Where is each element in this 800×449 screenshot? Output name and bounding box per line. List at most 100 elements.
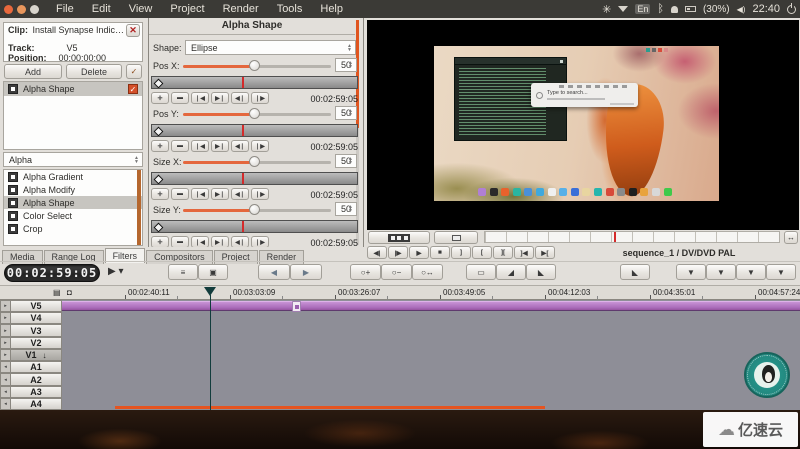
keyframe-bar[interactable] <box>151 124 358 137</box>
plugin-row[interactable]: Alpha Gradient <box>4 170 142 183</box>
slider-thumb[interactable] <box>249 204 260 215</box>
menu-file[interactable]: File <box>47 3 83 15</box>
menu-edit[interactable]: Edit <box>83 3 120 15</box>
add-effect-button[interactable]: Add <box>4 64 62 79</box>
drag-paste-button-4[interactable]: ▼ <box>766 264 796 280</box>
track-header-a4[interactable]: ◂A4 <box>0 398 62 410</box>
delete-keyframe-button[interactable]: ▬ <box>171 140 189 152</box>
goto-in-button[interactable]: ]◀ <box>514 246 534 259</box>
ruler-list-icon[interactable]: ▤ <box>53 288 61 297</box>
keyframe-bar[interactable] <box>151 76 358 89</box>
prev-keyframe-button[interactable]: ◀❘ <box>231 92 249 104</box>
fit-timeline-button[interactable]: ◣ <box>620 264 650 280</box>
video-expand-icon[interactable]: ▸ <box>0 349 10 361</box>
next-keyframe-button[interactable]: ❘▶ <box>251 236 269 247</box>
spinner-arrows-icon[interactable]: ▲▼ <box>346 107 355 119</box>
delete-keyframe-button[interactable]: ▬ <box>171 188 189 200</box>
last-keyframe-button[interactable]: ▶❘ <box>211 188 229 200</box>
battery-icon[interactable] <box>685 6 696 12</box>
shape-dropdown[interactable]: Ellipse ▲▼ <box>185 40 356 55</box>
menu-help[interactable]: Help <box>311 3 352 15</box>
spinner-arrows-icon[interactable]: ▲▼ <box>346 155 355 167</box>
wifi-icon[interactable] <box>618 6 628 12</box>
selection-tool[interactable]: ▶ ▾ <box>108 266 124 277</box>
keyframe-bar[interactable] <box>151 220 358 233</box>
track-lane-v5[interactable] <box>0 300 800 312</box>
video-preview[interactable]: Type to search... <box>367 20 799 230</box>
next-keyframe-button[interactable]: ❘▶ <box>251 140 269 152</box>
insert-mode-button[interactable] <box>368 231 430 244</box>
label-button[interactable]: ▭ <box>466 264 496 280</box>
menu-render[interactable]: Render <box>214 3 268 15</box>
audio-expand-icon[interactable]: ◂ <box>0 373 10 386</box>
set-in-button[interactable]: [ <box>472 246 492 259</box>
param-value-spinbox[interactable]: 50▲▼ <box>335 106 357 120</box>
plugin-row[interactable]: Crop <box>4 222 142 235</box>
delete-keyframe-button[interactable]: ▬ <box>171 236 189 247</box>
insert-keyframe-button[interactable]: ✛ <box>151 92 169 104</box>
close-clip-button[interactable]: ✕ <box>126 24 140 37</box>
ruler-lock-icon[interactable]: ◘ <box>67 288 72 297</box>
timeline-tracks[interactable]: ▸V5▸V4▸V3▸V2▸V1↓◂A1◂A2◂A3◂A4 <box>0 300 800 410</box>
window-minimize-button[interactable] <box>17 5 26 14</box>
track-header-v3[interactable]: ▸V3 <box>0 324 62 337</box>
last-keyframe-button[interactable]: ▶❘ <box>211 140 229 152</box>
timeline-ruler[interactable]: ▤ ◘ 00:02:40:1100:03:03:0900:03:26:0700:… <box>0 285 800 300</box>
video-expand-icon[interactable]: ▸ <box>0 324 10 337</box>
last-keyframe-button[interactable]: ▶❘ <box>211 92 229 104</box>
insert-keyframe-button[interactable]: ✛ <box>151 236 169 247</box>
span-keyframe-button[interactable]: ○↔ <box>412 264 443 280</box>
audio-expand-icon[interactable]: ◂ <box>0 386 10 398</box>
audio-expand-icon[interactable]: ◂ <box>0 398 10 410</box>
menu-project[interactable]: Project <box>161 3 213 15</box>
keyboard-layout-indicator[interactable]: En <box>635 4 650 14</box>
delete-effect-button[interactable]: Delete <box>66 64 122 79</box>
effect-enabled-checkbox[interactable]: ✓ <box>128 84 138 94</box>
first-keyframe-button[interactable]: ❘◀ <box>191 92 209 104</box>
snapshot-button[interactable]: ▣ <box>198 264 228 280</box>
track-header-a2[interactable]: ◂A2 <box>0 373 62 386</box>
timecode-display[interactable]: 00:02:59:05 <box>4 264 100 282</box>
first-keyframe-button[interactable]: ❘◀ <box>191 140 209 152</box>
prev-keyframe-button[interactable]: ◀❘ <box>231 188 249 200</box>
insert-keyframe-button[interactable]: ✛ <box>151 188 169 200</box>
delete-keyframe-button[interactable]: ▬ <box>171 92 189 104</box>
bluetooth-icon[interactable]: ᛒ <box>657 3 664 15</box>
clear-in-out-button[interactable]: ][ <box>493 246 513 259</box>
track-header-a3[interactable]: ◂A3 <box>0 386 62 398</box>
attached-effect-row[interactable]: Alpha Shape✓ <box>4 82 142 96</box>
drag-paste-button-1[interactable]: ▼ <box>676 264 706 280</box>
first-keyframe-button[interactable]: ❘◀ <box>191 236 209 247</box>
playhead-marker[interactable] <box>204 287 216 296</box>
mixer-button[interactable]: ≡ <box>168 264 198 280</box>
in-point-button[interactable]: ◢ <box>496 264 526 280</box>
param-value-spinbox[interactable]: 50▲▼ <box>335 154 357 168</box>
preview-scrubber[interactable] <box>484 231 780 243</box>
spinner-arrows-icon[interactable]: ▲▼ <box>346 59 355 71</box>
track-header-v2[interactable]: ▸V2 <box>0 337 62 349</box>
video-expand-icon[interactable]: ▸ <box>0 337 10 349</box>
slider-thumb[interactable] <box>249 156 260 167</box>
param-value-spinbox[interactable]: 50▲▼ <box>335 202 357 216</box>
param-value-spinbox[interactable]: 50▲▼ <box>335 58 357 72</box>
window-maximize-button[interactable] <box>30 5 39 14</box>
prev-keyframe-button[interactable]: ◀❘ <box>231 140 249 152</box>
notification-bell-icon[interactable] <box>671 6 678 13</box>
keyframe-diamond-icon[interactable] <box>154 78 164 88</box>
last-keyframe-button[interactable]: ▶❘ <box>211 236 229 247</box>
next-keyframe-button[interactable]: ❘▶ <box>251 188 269 200</box>
indicator-icon[interactable]: ✳ <box>602 3 611 16</box>
frame-back-button[interactable]: ◀| <box>367 246 387 259</box>
keyframe-diamond-icon[interactable] <box>154 126 164 136</box>
video-clip[interactable] <box>62 301 800 311</box>
spinner-arrows-icon[interactable]: ▲▼ <box>346 203 355 215</box>
menu-view[interactable]: View <box>120 3 162 15</box>
toggle-effects-button[interactable]: ✓ <box>126 64 142 79</box>
audio-expand-icon[interactable]: ◂ <box>0 361 10 373</box>
out-point-button[interactable]: ◣ <box>526 264 556 280</box>
slider-thumb[interactable] <box>249 108 260 119</box>
category-dropdown[interactable]: Alpha ▲▼ <box>3 152 143 167</box>
set-out-button[interactable]: ] <box>451 246 471 259</box>
play-button[interactable]: ▶ <box>409 246 429 259</box>
delete-keyframe-button[interactable]: ○− <box>381 264 412 280</box>
